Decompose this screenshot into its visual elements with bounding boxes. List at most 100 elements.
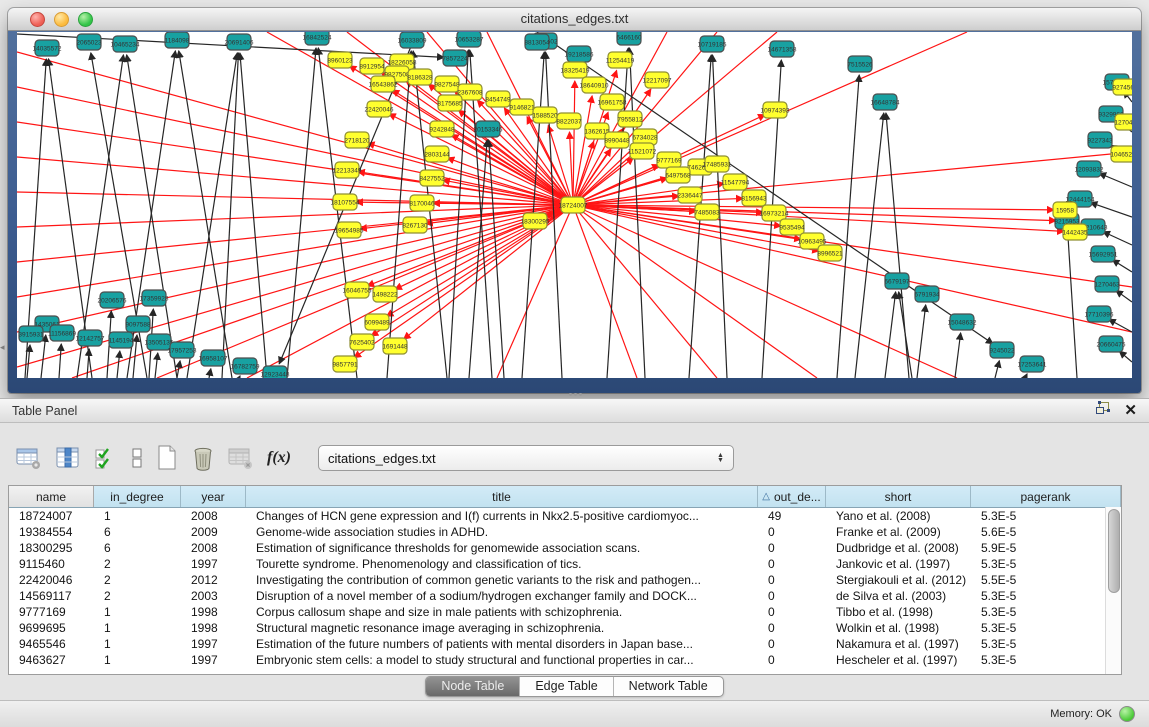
- graph-edge[interactable]: [239, 376, 240, 378]
- table-cell[interactable]: 1998: [181, 605, 246, 619]
- graph-edge[interactable]: [287, 48, 316, 378]
- graph-edge[interactable]: [1103, 232, 1132, 245]
- delete-column-icon[interactable]: [191, 445, 215, 471]
- table-cell[interactable]: 5.3E-5: [971, 653, 1121, 667]
- column-header-year[interactable]: year: [181, 486, 246, 507]
- table-cell[interactable]: 6: [94, 541, 181, 555]
- table-cell[interactable]: Changes of HCN gene expression and I(f) …: [246, 509, 758, 523]
- graph-node[interactable]: 20206576: [98, 292, 127, 308]
- graph-node[interactable]: 9242848: [429, 121, 455, 137]
- column-header-pagerank[interactable]: pagerank: [971, 486, 1121, 507]
- table-cell[interactable]: Genome-wide association studies in ADHD.: [246, 525, 758, 539]
- table-cell[interactable]: 0: [758, 557, 826, 571]
- graph-node[interactable]: 10719185: [698, 36, 727, 52]
- graph-node[interactable]: 18724007: [559, 197, 588, 213]
- table-cell[interactable]: 5.9E-5: [971, 541, 1121, 555]
- close-panel-icon[interactable]: ✕: [1124, 404, 1137, 418]
- graph-node[interactable]: 7625402: [349, 334, 375, 350]
- graph-node[interactable]: 12142757: [76, 330, 105, 346]
- graph-edge[interactable]: [387, 51, 411, 378]
- table-cell[interactable]: 18724007: [9, 509, 94, 523]
- table-row[interactable]: 1830029562008Estimation of significance …: [9, 540, 1121, 556]
- graph-node[interactable]: 17710396: [1085, 306, 1114, 322]
- graph-node[interactable]: 1588520: [532, 107, 558, 123]
- graph-node[interactable]: 16033809: [398, 32, 427, 48]
- table-cell[interactable]: Tourette syndrome. Phenomenology and cla…: [246, 557, 758, 571]
- table-cell[interactable]: Nakamura et al. (1997): [826, 637, 971, 651]
- graph-node[interactable]: 18325419: [561, 62, 590, 78]
- graph-node[interactable]: 11156869: [48, 325, 76, 341]
- graph-node[interactable]: 1691448: [382, 338, 408, 354]
- table-cell[interactable]: 1997: [181, 653, 246, 667]
- graph-node[interactable]: 7857224: [442, 50, 468, 66]
- close-window-button[interactable]: [30, 12, 45, 27]
- table-cell[interactable]: 9463627: [9, 653, 94, 667]
- graph-node[interactable]: 11254419: [606, 52, 635, 68]
- table-cell[interactable]: 5.3E-5: [971, 621, 1121, 635]
- table-cell[interactable]: 9777169: [9, 605, 94, 619]
- graph-edge[interactable]: [995, 361, 999, 378]
- table-cell[interactable]: Corpus callosum shape and size in male p…: [246, 605, 758, 619]
- table-cell[interactable]: 1: [94, 621, 181, 635]
- graph-edge[interactable]: [573, 205, 637, 378]
- graph-edge[interactable]: [59, 344, 61, 378]
- graph-edge[interactable]: [209, 369, 211, 378]
- table-cell[interactable]: Dudbridge et al. (2008): [826, 541, 971, 555]
- graph-node[interactable]: 2065023: [76, 34, 102, 50]
- table-row[interactable]: 946554611997Estimation of the future num…: [9, 636, 1121, 652]
- graph-edge[interactable]: [1090, 203, 1132, 217]
- table-cell[interactable]: 0: [758, 525, 826, 539]
- graph-node[interactable]: 1184098: [165, 32, 190, 48]
- table-cell[interactable]: 18300295: [9, 541, 94, 555]
- graph-node[interactable]: 12093832: [1075, 161, 1104, 177]
- graph-edge[interactable]: [573, 205, 957, 378]
- vertical-scrollbar[interactable]: [1105, 507, 1121, 674]
- tab-network-table[interactable]: Network Table: [613, 677, 723, 696]
- graph-edge[interactable]: [885, 292, 896, 378]
- graph-node[interactable]: 20153346: [474, 121, 503, 137]
- graph-node[interactable]: 17957253: [168, 342, 197, 358]
- graph-node[interactable]: 1498222: [372, 286, 398, 302]
- graph-node[interactable]: 7485083: [694, 204, 720, 220]
- table-cell[interactable]: Disruption of a novel member of a sodium…: [246, 589, 758, 603]
- table-cell[interactable]: 1: [94, 653, 181, 667]
- graph-node[interactable]: 19218586: [565, 46, 594, 62]
- graph-edge[interactable]: [117, 351, 120, 378]
- table-row[interactable]: 1938455462009Genome-wide association stu…: [9, 524, 1121, 540]
- graph-node[interactable]: 12923448: [261, 366, 290, 378]
- table-cell[interactable]: 0: [758, 637, 826, 651]
- graph-node[interactable]: 16958107: [199, 350, 228, 366]
- graph-node[interactable]: 16543862: [369, 76, 398, 92]
- graph-node[interactable]: 6099489: [364, 314, 390, 330]
- graph-node[interactable]: 17359928: [140, 290, 169, 306]
- graph-node[interactable]: 6466160: [616, 32, 642, 45]
- column-header-title[interactable]: title: [246, 486, 758, 507]
- graph-edge[interactable]: [318, 48, 357, 378]
- graph-node[interactable]: 11521072: [628, 143, 657, 159]
- graph-node[interactable]: 2336447: [677, 187, 703, 203]
- graph-node[interactable]: 9227343: [1087, 132, 1113, 148]
- graph-node[interactable]: 2803144: [424, 146, 450, 162]
- graph-node[interactable]: 9857791: [332, 356, 358, 372]
- graph-node[interactable]: 10653287: [455, 32, 484, 47]
- table-cell[interactable]: Embryonic stem cells: a model to study s…: [246, 653, 758, 667]
- float-panel-icon[interactable]: [1095, 401, 1110, 420]
- table-cell[interactable]: 5.3E-5: [971, 589, 1121, 603]
- panel-splitter-handle[interactable]: [566, 393, 584, 397]
- table-cell[interactable]: 2003: [181, 589, 246, 603]
- zoom-window-button[interactable]: [78, 12, 93, 27]
- graph-edge[interactable]: [955, 333, 961, 378]
- graph-node[interactable]: 9777169: [656, 152, 682, 168]
- graph-edge[interactable]: [573, 32, 717, 205]
- table-cell[interactable]: 22420046: [9, 573, 94, 587]
- graph-node[interactable]: 8175685: [437, 95, 463, 111]
- table-cell[interactable]: Stergiakouli et al. (2012): [826, 573, 971, 587]
- graph-edge[interactable]: [17, 192, 573, 205]
- graph-edge[interactable]: [573, 205, 1132, 287]
- column-header-short[interactable]: short: [826, 486, 971, 507]
- table-cell[interactable]: Structural magnetic resonance image aver…: [246, 621, 758, 635]
- graph-node[interactable]: 9827548: [434, 76, 460, 92]
- graph-node[interactable]: 15692951: [1089, 246, 1118, 262]
- graph-node[interactable]: 18640910: [580, 77, 609, 93]
- graph-node[interactable]: 1145194: [109, 332, 134, 348]
